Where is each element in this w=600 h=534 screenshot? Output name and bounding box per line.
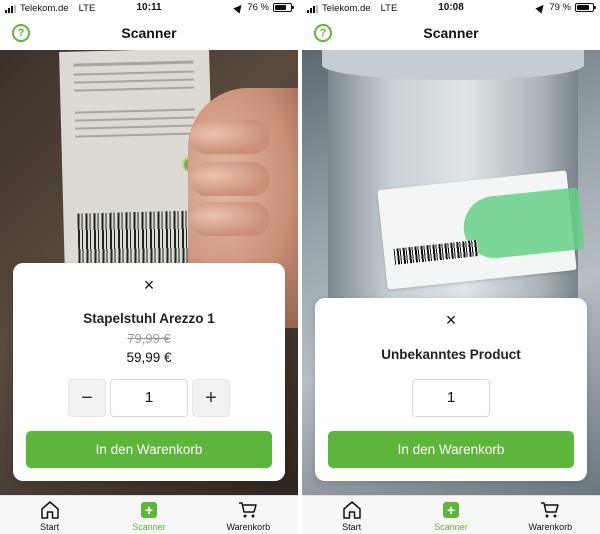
tab-label: Warenkorb — [528, 522, 573, 532]
current-price: 59,99 € — [126, 350, 172, 365]
nav-bar: ? Scanner — [302, 16, 600, 50]
add-to-cart-button[interactable]: In den Warenkorb — [328, 431, 574, 468]
tab-scanner[interactable]: + Scanner — [401, 496, 500, 534]
screenshot-pair: Telekom.de LTE 10:11 76 % ? Scanner × St… — [0, 0, 600, 534]
tab-bar: Start + Scanner Warenkorb — [302, 495, 600, 534]
scanner-icon: + — [140, 502, 157, 518]
battery-icon — [273, 3, 294, 12]
quantity-field[interactable]: 1 — [110, 379, 188, 417]
home-icon — [40, 501, 59, 519]
pot-rim — [322, 50, 584, 80]
quantity-stepper: − 1 + — [13, 379, 285, 417]
product-card: × Unbekanntes Product 1 In den Warenkorb — [315, 298, 587, 481]
tab-label: Scanner — [132, 522, 166, 532]
tab-scanner[interactable]: + Scanner — [99, 496, 198, 534]
status-right: 76 % — [233, 1, 294, 14]
price-label-image — [377, 170, 585, 290]
barcode-image — [77, 210, 199, 270]
location-icon — [233, 1, 245, 14]
barcode-image — [393, 240, 479, 265]
product-card: × Stapelstuhl Arezzo 1 79,99 € 59,99 € −… — [13, 263, 285, 481]
tab-warenkorb[interactable]: Warenkorb — [501, 496, 600, 534]
close-icon[interactable]: × — [441, 310, 461, 330]
tab-bar: Start + Scanner Warenkorb — [0, 495, 298, 534]
cart-icon — [239, 502, 258, 518]
battery-percent: 76 % — [247, 2, 269, 13]
old-price: 79,99 € — [127, 331, 171, 346]
location-icon — [535, 1, 547, 14]
battery-icon — [575, 3, 596, 12]
tab-label: Scanner — [434, 522, 468, 532]
increment-button[interactable]: + — [192, 379, 230, 417]
phone-screen-right: Telekom.de LTE 10:08 79 % ? Scanner × Un… — [302, 0, 600, 534]
quantity-field[interactable]: 1 — [412, 379, 490, 417]
quantity-stepper: 1 — [315, 379, 587, 417]
tab-start[interactable]: Start — [0, 496, 99, 534]
close-icon[interactable]: × — [139, 275, 159, 295]
home-icon — [342, 501, 361, 519]
product-name: Unbekanntes Product — [381, 347, 521, 362]
tab-warenkorb[interactable]: Warenkorb — [199, 496, 298, 534]
battery-fill — [275, 5, 287, 10]
tab-label: Start — [342, 522, 362, 532]
nav-bar: ? Scanner — [0, 16, 298, 50]
tab-label: Warenkorb — [226, 522, 271, 532]
tab-start[interactable]: Start — [302, 496, 401, 534]
scanner-icon: + — [442, 502, 459, 518]
phone-screen-left: Telekom.de LTE 10:11 76 % ? Scanner × St… — [0, 0, 298, 534]
status-right: 79 % — [535, 1, 596, 14]
add-to-cart-button[interactable]: In den Warenkorb — [26, 431, 272, 468]
battery-percent: 79 % — [549, 2, 571, 13]
battery-fill — [577, 5, 589, 10]
status-bar: Telekom.de LTE 10:11 76 % — [0, 0, 298, 16]
status-bar: Telekom.de LTE 10:08 79 % — [302, 0, 600, 16]
page-title: Scanner — [121, 25, 177, 41]
tab-label: Start — [40, 522, 60, 532]
product-name: Stapelstuhl Arezzo 1 — [83, 311, 215, 326]
decrement-button[interactable]: − — [68, 379, 106, 417]
cart-icon — [541, 502, 560, 518]
page-title: Scanner — [423, 25, 479, 41]
